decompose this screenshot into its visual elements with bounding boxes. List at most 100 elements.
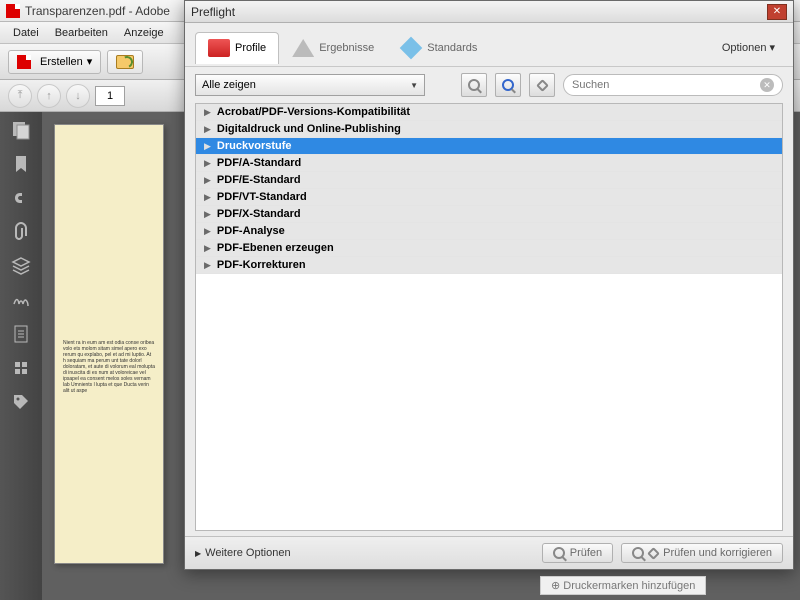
disclosure-triangle-icon: ▶: [204, 107, 211, 118]
profile-category-item[interactable]: ▶ PDF/VT-Standard: [196, 189, 782, 206]
category-label: PDF/A-Standard: [217, 157, 301, 169]
profile-category-item[interactable]: ▶ Druckvorstufe: [196, 138, 782, 155]
profile-category-list[interactable]: ▶ Acrobat/PDF-Versions-Kompatibilität ▶ Dig…: [195, 103, 783, 531]
signature-panel-icon[interactable]: [11, 290, 31, 310]
preflight-footer: ▶ Weitere Optionen Prüfen Prüfen und kor…: [185, 536, 793, 569]
more-options-label: Weitere Optionen: [205, 547, 290, 559]
disclosure-triangle-icon: ▶: [204, 175, 211, 186]
page-preview: Nient ra in eum am est odia conse oribea…: [54, 124, 164, 564]
wrench-icon: [647, 547, 660, 560]
plus-icon: ⊕: [551, 580, 560, 592]
link-panel-icon[interactable]: [11, 188, 31, 208]
disclosure-triangle-icon: ▶: [204, 192, 211, 203]
close-button[interactable]: ✕: [767, 4, 787, 20]
profile-category-item[interactable]: ▶ Digitaldruck und Online-Publishing: [196, 121, 782, 138]
hidden-print-marks-item[interactable]: ⊕ Druckermarken hinzufügen: [540, 576, 706, 595]
pdf-icon: [17, 55, 31, 69]
window-title: Transparenzen.pdf - Adobe: [25, 4, 170, 18]
search-input[interactable]: [572, 79, 760, 91]
category-label: Digitaldruck und Online-Publishing: [217, 123, 401, 135]
category-label: PDF-Ebenen erzeugen: [217, 242, 334, 254]
triangle-right-icon: ▶: [195, 549, 201, 558]
tab-results[interactable]: Ergebnisse: [279, 32, 387, 63]
filter-value: Alle zeigen: [202, 79, 256, 91]
magnifier-icon: [553, 547, 565, 559]
wrench-icon: [536, 79, 549, 92]
profile-category-item[interactable]: ▶ PDF-Ebenen erzeugen: [196, 240, 782, 257]
create-label: Erstellen: [40, 56, 83, 68]
clear-search-button[interactable]: ✕: [760, 78, 774, 92]
profile-category-item[interactable]: ▶ Acrobat/PDF-Versions-Kompatibilität: [196, 104, 782, 121]
preflight-title: Preflight: [191, 5, 767, 19]
page-body-text: Nient ra in eum am est odia conse oribea…: [63, 340, 155, 394]
chevron-down-icon: ▾: [769, 41, 775, 54]
preflight-tabs: Profile Ergebnisse Standards Optionen ▾: [185, 23, 793, 67]
disclosure-triangle-icon: ▶: [204, 243, 211, 254]
order-panel-icon[interactable]: [11, 358, 31, 378]
chevron-down-icon: ▾: [87, 55, 93, 68]
category-label: PDF/X-Standard: [217, 208, 301, 220]
disclosure-triangle-icon: ▶: [204, 209, 211, 220]
results-icon: [292, 39, 314, 57]
tab-standards[interactable]: Standards: [387, 33, 490, 62]
layers-panel-icon[interactable]: [11, 256, 31, 276]
preflight-toolbar: Alle zeigen ▼ ✕: [185, 67, 793, 103]
hidden-label: Druckermarken hinzufügen: [563, 580, 695, 592]
category-label: PDF/VT-Standard: [217, 191, 307, 203]
check-label: Prüfen: [570, 547, 602, 559]
standards-icon: [400, 37, 423, 60]
menu-file[interactable]: Datei: [5, 25, 47, 41]
profile-category-item[interactable]: ▶ PDF-Korrekturen: [196, 257, 782, 274]
category-label: PDF/E-Standard: [217, 174, 301, 186]
nav-up-button[interactable]: ↑: [37, 84, 61, 108]
chevron-down-icon: ▼: [410, 81, 418, 90]
disclosure-triangle-icon: ▶: [204, 141, 211, 152]
tab-results-label: Ergebnisse: [319, 42, 374, 54]
bookmark-panel-icon[interactable]: [11, 154, 31, 174]
disclosure-triangle-icon: ▶: [204, 158, 211, 169]
pdf-file-icon: [6, 4, 20, 18]
find-fixup-button[interactable]: [529, 73, 555, 97]
category-label: PDF-Analyse: [217, 225, 285, 237]
pages-panel-icon[interactable]: [11, 120, 31, 140]
magnifier-icon: [632, 547, 644, 559]
nav-down-button[interactable]: ↓: [66, 84, 90, 108]
profile-category-item[interactable]: ▶ PDF/A-Standard: [196, 155, 782, 172]
disclosure-triangle-icon: ▶: [204, 124, 211, 135]
profile-category-item[interactable]: ▶ PDF/E-Standard: [196, 172, 782, 189]
find-profile-button[interactable]: [461, 73, 487, 97]
tab-standards-label: Standards: [427, 42, 477, 54]
attachment-panel-icon[interactable]: [11, 222, 31, 242]
document-panel-icon[interactable]: [11, 324, 31, 344]
category-label: Acrobat/PDF-Versions-Kompatibilität: [217, 106, 410, 118]
folder-open-icon: [116, 55, 134, 69]
open-button[interactable]: [107, 50, 143, 74]
options-menu-button[interactable]: Optionen ▾: [714, 37, 783, 58]
profile-category-item[interactable]: ▶ PDF/X-Standard: [196, 206, 782, 223]
more-options-toggle[interactable]: ▶ Weitere Optionen: [195, 547, 291, 559]
tab-profile[interactable]: Profile: [195, 32, 279, 64]
check-and-fix-button[interactable]: Prüfen und korrigieren: [621, 543, 783, 563]
options-label: Optionen: [722, 42, 767, 54]
menu-edit[interactable]: Bearbeiten: [47, 25, 116, 41]
tab-profile-label: Profile: [235, 42, 266, 54]
filter-dropdown[interactable]: Alle zeigen ▼: [195, 74, 425, 96]
search-field[interactable]: ✕: [563, 74, 783, 96]
menu-view[interactable]: Anzeige: [116, 25, 172, 41]
disclosure-triangle-icon: ▶: [204, 260, 211, 271]
check-fix-label: Prüfen und korrigieren: [663, 547, 772, 559]
find-check-button[interactable]: [495, 73, 521, 97]
preflight-dialog: Preflight ✕ Profile Ergebnisse Standards…: [184, 0, 794, 570]
nav-first-button[interactable]: ⤒: [8, 84, 32, 108]
tag-panel-icon[interactable]: [11, 392, 31, 412]
search-icon: [502, 79, 514, 91]
category-label: Druckvorstufe: [217, 140, 292, 152]
preflight-titlebar[interactable]: Preflight ✕: [185, 1, 793, 23]
profile-icon: [208, 39, 230, 57]
create-button[interactable]: Erstellen ▾: [8, 50, 101, 74]
page-number-input[interactable]: [95, 86, 125, 106]
left-sidebar: [0, 112, 42, 600]
category-label: PDF-Korrekturen: [217, 259, 306, 271]
check-button[interactable]: Prüfen: [542, 543, 613, 563]
profile-category-item[interactable]: ▶PDF-Analyse: [196, 223, 782, 240]
